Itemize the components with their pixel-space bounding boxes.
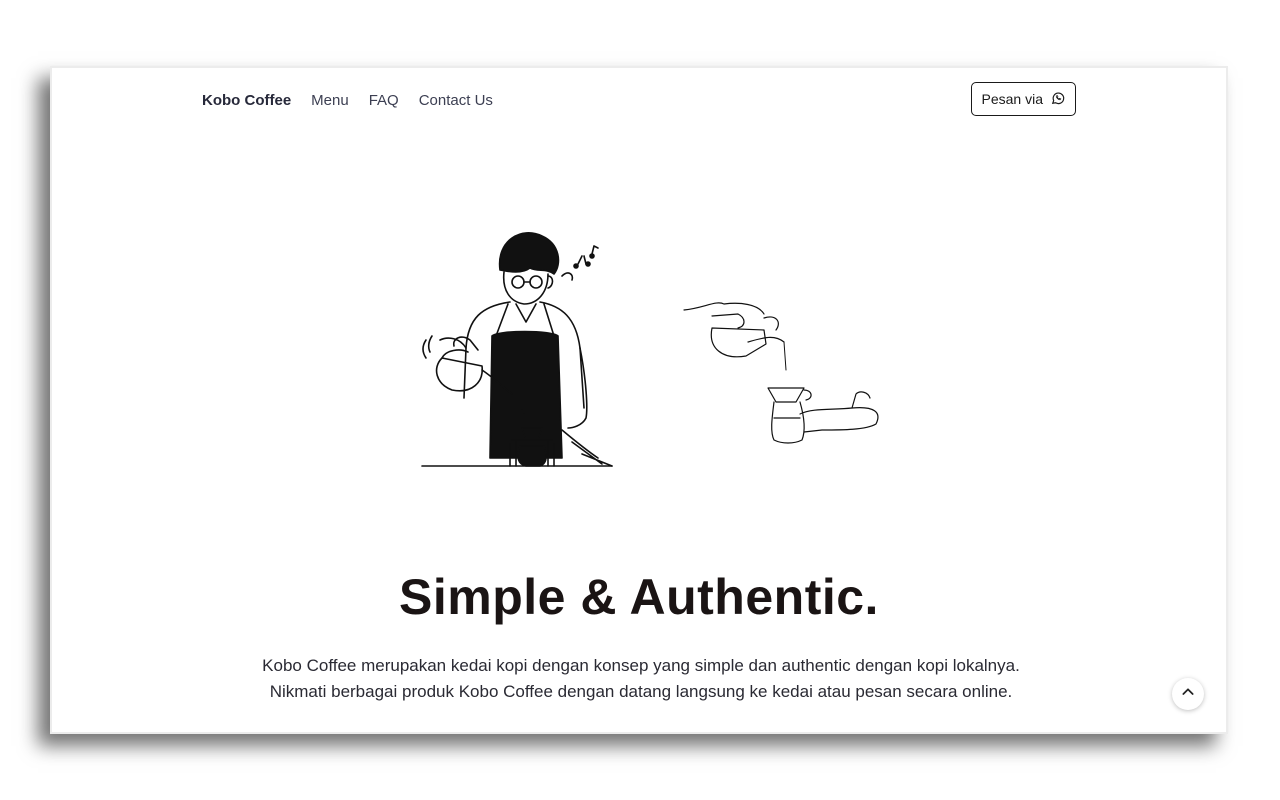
page-window: Kobo Coffee Menu FAQ Contact Us Pesan vi… (50, 66, 1228, 734)
whatsapp-icon (1051, 91, 1065, 108)
nav-link-faq[interactable]: FAQ (369, 92, 399, 109)
nav-link-contact[interactable]: Contact Us (419, 92, 493, 109)
top-nav: Kobo Coffee Menu FAQ Contact Us (202, 88, 493, 112)
barista-illustration (421, 232, 613, 467)
pour-over-illustration (683, 302, 879, 444)
brand-logo[interactable]: Kobo Coffee (202, 92, 291, 109)
hero-description: Kobo Coffee merupakan kedai kopi dengan … (262, 656, 1020, 701)
order-via-whatsapp-button[interactable]: Pesan via (970, 82, 1076, 116)
hero-illustration (421, 232, 879, 467)
order-button-label: Pesan via (981, 91, 1043, 107)
scroll-to-top-button[interactable] (1172, 678, 1204, 710)
nav-link-menu[interactable]: Menu (311, 92, 349, 109)
chevron-up-icon (1180, 684, 1196, 705)
hero-title: Simple & Authentic. (399, 569, 879, 625)
